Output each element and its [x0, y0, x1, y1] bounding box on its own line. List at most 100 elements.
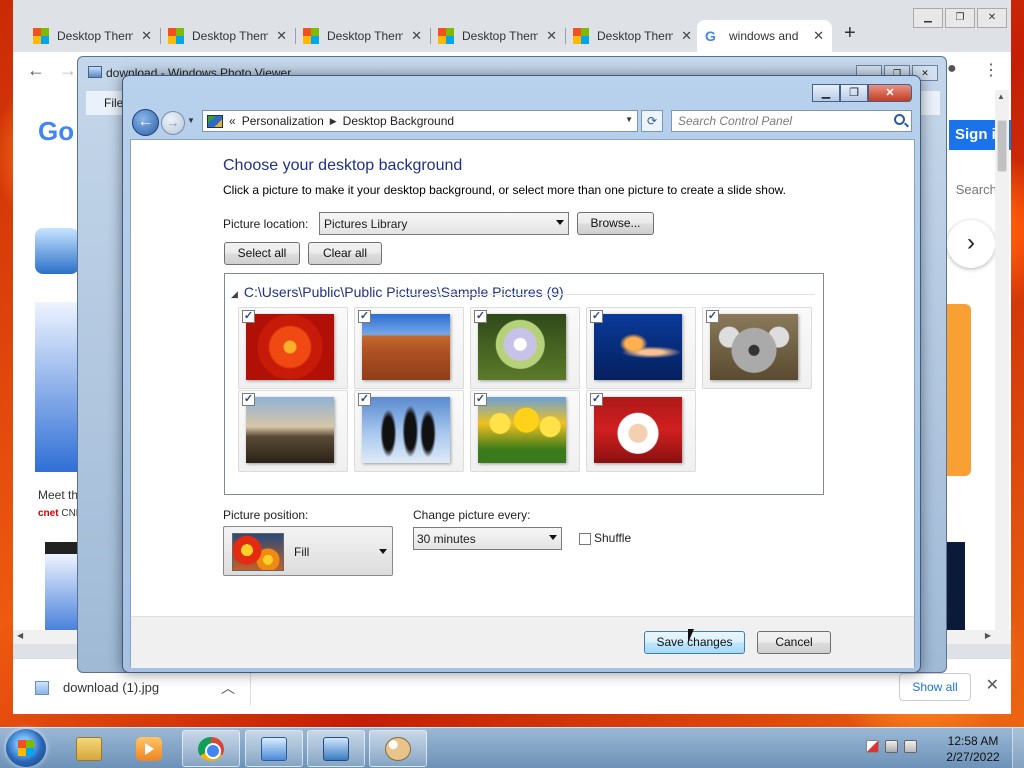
scroll-up-icon[interactable]: ▲ [997, 92, 1005, 101]
menu-dots-icon[interactable]: ⋮ [983, 60, 999, 80]
close-tab-icon[interactable]: ✕ [276, 28, 287, 44]
picture-location-select[interactable]: Pictures Library [319, 212, 569, 235]
maximize-icon[interactable]: ❐ [840, 84, 868, 102]
volume-icon[interactable] [904, 740, 917, 753]
cancel-button[interactable]: Cancel [757, 631, 831, 654]
search-icon[interactable] [894, 114, 905, 125]
taskbar-explorer[interactable] [60, 730, 118, 767]
promo-card[interactable] [943, 304, 971, 476]
tab-title: Desktop Them [597, 29, 674, 43]
file-menu[interactable]: File [104, 96, 123, 110]
article-image[interactable] [35, 302, 79, 472]
avatar[interactable] [35, 228, 79, 274]
scroll-thumb[interactable] [997, 120, 1007, 172]
back-arrow-icon[interactable]: ← [27, 60, 45, 81]
article-image[interactable] [45, 542, 79, 642]
close-icon[interactable]: ✕ [868, 84, 912, 102]
browser-tab[interactable]: Desktop Them ✕ [295, 20, 430, 52]
picture-thumb-penguins[interactable]: ✓ [354, 390, 464, 472]
forward-button[interactable]: → [161, 111, 185, 135]
breadcrumb-root[interactable]: « [229, 114, 236, 128]
browser-tab[interactable]: Desktop Them ✕ [25, 20, 160, 52]
scroll-left-icon[interactable]: ◀ [17, 631, 23, 640]
change-interval-select[interactable]: 30 minutes [413, 527, 562, 550]
promo-card[interactable] [945, 542, 965, 642]
taskbar-media-player[interactable] [120, 730, 178, 767]
scroll-right-icon[interactable]: ▶ [985, 631, 991, 640]
picture-checkbox[interactable]: ✓ [358, 393, 371, 406]
picture-thumb-lighthouse[interactable]: ✓ [238, 390, 348, 472]
search-input[interactable]: Search Control Panel [671, 110, 912, 132]
start-button[interactable] [6, 729, 46, 767]
picture-checkbox[interactable]: ✓ [242, 310, 255, 323]
picture-checkbox[interactable]: ✓ [474, 393, 487, 406]
picture-checkbox[interactable]: ✓ [590, 310, 603, 323]
clear-all-button[interactable]: Clear all [308, 242, 382, 265]
clock[interactable]: 12:58 AM 2/27/2022 [940, 733, 1006, 765]
picture-checkbox[interactable]: ✓ [590, 393, 603, 406]
profile-icon[interactable]: ● [947, 60, 957, 78]
close-tab-icon[interactable]: ✕ [681, 28, 692, 44]
taskbar-control-panel[interactable] [245, 730, 303, 767]
picture-checkbox[interactable]: ✓ [474, 310, 487, 323]
browser-tab[interactable]: Desktop Them ✕ [430, 20, 565, 52]
refresh-button[interactable]: ⟳ [641, 110, 663, 132]
picture-thumb-jellyfish[interactable]: ✓ [586, 307, 696, 389]
article-source: cnet CNE [38, 508, 82, 519]
breadcrumb-desktop-background[interactable]: Desktop Background [343, 114, 454, 128]
close-icon[interactable]: ✕ [986, 675, 999, 695]
breadcrumb-personalization[interactable]: Personalization [242, 114, 324, 128]
close-tab-icon[interactable]: ✕ [813, 28, 824, 44]
back-button[interactable]: ← [132, 109, 159, 136]
select-all-button[interactable]: Select all [224, 242, 300, 265]
recent-pages-icon[interactable]: ▼ [187, 116, 195, 125]
picture-thumb-koala[interactable]: ✓ [702, 307, 812, 389]
carousel-next-icon[interactable]: › [947, 220, 995, 268]
breadcrumb-separator-icon[interactable]: ▶ [330, 116, 337, 127]
chevron-up-icon[interactable]: ︿ [221, 678, 235, 698]
browser-tab[interactable]: Desktop Them ✕ [160, 20, 295, 52]
folder-group-header[interactable]: ◢ C:\Users\Public\Public Pictures\Sample … [231, 284, 564, 300]
shuffle-checkbox[interactable] [579, 533, 591, 545]
cnet-logo: cnet [38, 508, 59, 519]
santa-image [594, 397, 682, 463]
forward-arrow-icon[interactable]: → [59, 60, 77, 81]
browser-tab[interactable]: Desktop Them ✕ [565, 20, 700, 52]
picture-position-select[interactable]: Fill [223, 526, 393, 576]
picture-thumb-chrysanthemum[interactable]: ✓ [238, 307, 348, 389]
shuffle-label[interactable]: Shuffle [594, 531, 631, 545]
save-changes-button[interactable]: Save changes [644, 631, 745, 654]
show-all-button[interactable]: Show all [899, 673, 971, 701]
minimize-icon[interactable]: ▁ [812, 84, 840, 102]
close-tab-icon[interactable]: ✕ [546, 28, 557, 44]
taskbar-chrome[interactable] [182, 730, 240, 767]
address-bar[interactable]: « Personalization ▶ Desktop Background ▼ [202, 110, 638, 132]
control-panel-icon [261, 736, 287, 761]
picture-thumb-desert[interactable]: ✓ [354, 307, 464, 389]
picture-checkbox[interactable]: ✓ [706, 310, 719, 323]
close-tab-icon[interactable]: ✕ [411, 28, 422, 44]
browse-button[interactable]: Browse... [577, 212, 654, 235]
collapse-triangle-icon[interactable]: ◢ [231, 289, 238, 299]
tab-title: Desktop Them [57, 29, 134, 43]
network-icon[interactable] [885, 740, 898, 753]
download-file-name[interactable]: download (1).jpg [63, 680, 159, 695]
picture-thumb-hydrangeas[interactable]: ✓ [470, 307, 580, 389]
picture-thumb-santa[interactable]: ✓ [586, 390, 696, 472]
taskbar-paint[interactable] [369, 730, 427, 767]
close-tab-icon[interactable]: ✕ [141, 28, 152, 44]
windows-logo-icon [438, 28, 454, 44]
picture-checkbox[interactable]: ✓ [358, 310, 371, 323]
photo-viewer-icon [88, 66, 102, 78]
vertical-scrollbar[interactable]: ▲ ▼ [995, 90, 1009, 644]
show-desktop-button[interactable] [1012, 728, 1024, 768]
new-tab-button[interactable]: + [844, 22, 856, 45]
taskbar-photo-viewer[interactable] [307, 730, 365, 767]
article-title[interactable]: Meet th [38, 488, 78, 502]
picture-thumb-tulips[interactable]: ✓ [470, 390, 580, 472]
action-center-flag-icon[interactable] [866, 740, 879, 753]
picture-checkbox[interactable]: ✓ [242, 393, 255, 406]
penguins-image [362, 397, 450, 463]
browser-tab-active[interactable]: G windows and ✕ [697, 20, 832, 52]
dropdown-arrow-icon[interactable]: ▼ [625, 115, 633, 124]
